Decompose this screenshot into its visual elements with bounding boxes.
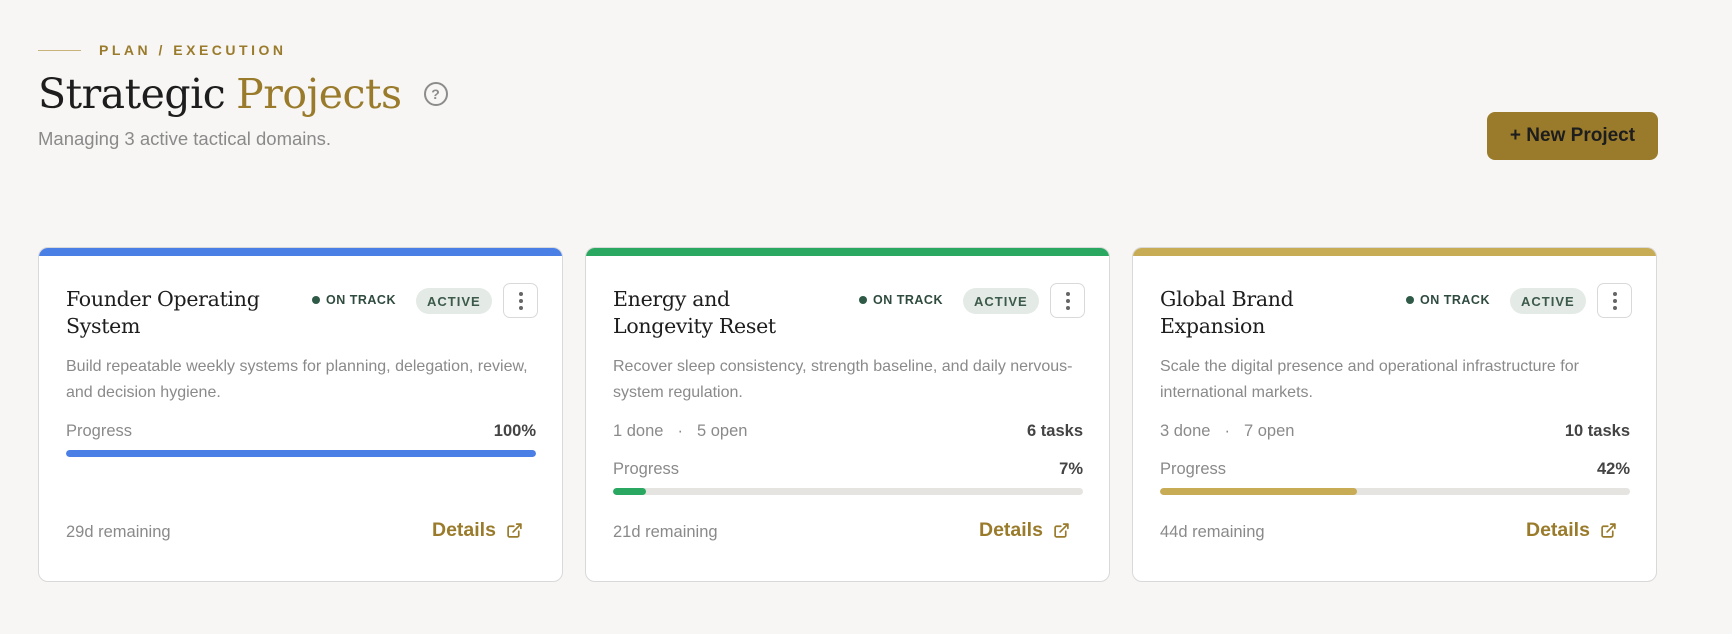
details-label: Details xyxy=(979,519,1043,541)
progress-percent: 42% xyxy=(1596,460,1630,478)
status-text: ON TRACK xyxy=(873,293,943,307)
card-description: Recover sleep consistency, strength base… xyxy=(613,358,1073,401)
new-project-button[interactable]: + New Project xyxy=(1487,112,1658,160)
card-title: Global Brand Expansion xyxy=(1160,287,1294,338)
task-counts: 3 done · 7 open 10 tasks xyxy=(1160,422,1630,441)
open-count: 7 open xyxy=(1243,422,1295,440)
page-title-part2: Projects xyxy=(236,70,402,118)
details-link[interactable]: Details xyxy=(1526,519,1617,542)
card-title: Energy and Longevity Reset xyxy=(613,287,776,338)
details-label: Details xyxy=(432,519,496,541)
status-badge: ACTIVE xyxy=(1510,288,1586,314)
progress-label: Progress xyxy=(613,460,680,478)
page-subtitle: Managing 3 active tactical domains. xyxy=(38,128,332,149)
card-menu-button[interactable] xyxy=(1050,283,1085,318)
progress-label: Progress xyxy=(1160,460,1227,478)
question-circle-icon[interactable]: ? xyxy=(423,82,448,106)
remaining-time: 29d remaining xyxy=(66,523,171,541)
project-card: Energy and Longevity Reset ON TRACK ACTI… xyxy=(585,247,1110,582)
task-total: 10 tasks xyxy=(1564,422,1630,440)
remaining-time: 44d remaining xyxy=(1160,523,1265,541)
done-count: 1 done xyxy=(613,422,664,440)
status-indicator: ON TRACK xyxy=(1406,293,1490,307)
progress-fill xyxy=(613,488,646,495)
card-color-bar xyxy=(1133,248,1656,256)
status-dot-icon xyxy=(859,296,867,304)
details-link[interactable]: Details xyxy=(979,519,1070,542)
card-color-bar xyxy=(586,248,1109,256)
external-link-icon xyxy=(1601,523,1616,538)
progress-track xyxy=(66,450,536,457)
progress-row: Progress 100% xyxy=(66,422,536,441)
eyebrow-text: PLAN / EXECUTION xyxy=(99,42,287,58)
open-count: 5 open xyxy=(696,422,748,440)
card-description: Scale the digital presence and operation… xyxy=(1160,358,1579,401)
status-indicator: ON TRACK xyxy=(312,293,396,307)
status-text: ON TRACK xyxy=(326,293,396,307)
status-dot-icon xyxy=(1406,296,1414,304)
progress-fill xyxy=(66,450,536,457)
status-badge: ACTIVE xyxy=(963,288,1039,314)
status-text: ON TRACK xyxy=(1420,293,1490,307)
progress-track xyxy=(613,488,1083,495)
project-card: Founder Operating System ON TRACK ACTIVE… xyxy=(38,247,563,582)
external-link-icon xyxy=(507,523,522,538)
status-indicator: ON TRACK xyxy=(859,293,943,307)
task-total: 6 tasks xyxy=(1027,422,1083,440)
eyebrow-line xyxy=(38,49,81,51)
task-counts: 1 done · 5 open 6 tasks xyxy=(613,422,1083,441)
progress-row: Progress 7% xyxy=(613,460,1083,479)
more-vertical-icon xyxy=(1612,291,1617,296)
progress-track xyxy=(1160,488,1630,495)
card-title: Founder Operating System xyxy=(66,287,260,338)
external-link-icon xyxy=(1054,523,1069,538)
card-color-bar xyxy=(39,248,562,256)
remaining-time: 21d remaining xyxy=(613,523,718,541)
eyebrow: PLAN / EXECUTION xyxy=(38,42,286,58)
page-title: Strategic Projects ? xyxy=(38,70,448,118)
card-menu-button[interactable] xyxy=(1597,283,1632,318)
progress-percent: 7% xyxy=(1059,460,1083,478)
count-separator: · xyxy=(1224,422,1230,440)
page-title-part1: Strategic xyxy=(38,70,226,118)
more-vertical-icon xyxy=(518,291,523,296)
progress-percent: 100% xyxy=(493,422,536,440)
status-badge: ACTIVE xyxy=(416,288,492,314)
status-dot-icon xyxy=(312,296,320,304)
done-count: 3 done xyxy=(1160,422,1211,440)
details-link[interactable]: Details xyxy=(432,519,523,542)
count-separator: · xyxy=(677,422,683,440)
card-menu-button[interactable] xyxy=(503,283,538,318)
more-vertical-icon xyxy=(1065,291,1070,296)
project-card: Global Brand Expansion ON TRACK ACTIVE S… xyxy=(1132,247,1657,582)
progress-label: Progress xyxy=(66,422,133,440)
progress-row: Progress 42% xyxy=(1160,460,1630,479)
progress-fill xyxy=(1160,488,1358,495)
details-label: Details xyxy=(1526,519,1590,541)
card-description: Build repeatable weekly systems for plan… xyxy=(66,358,528,401)
